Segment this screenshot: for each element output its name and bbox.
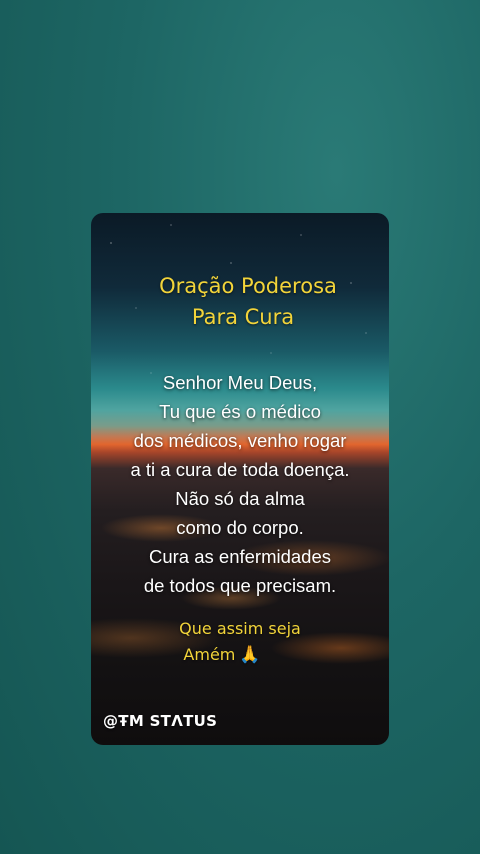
card-title: Oração Poderosa Para Cura [91, 271, 389, 333]
prayer-line: Senhor Meu Deus, [162, 372, 318, 393]
prayer-line: dos médicos, venho rogar [133, 430, 347, 451]
prayer-line: de todos que precisam. [143, 575, 337, 596]
prayer-line: a ti a cura de toda doença. [130, 459, 350, 480]
status-card: Oração Poderosa Para Cura Senhor Meu Deu… [91, 213, 389, 745]
title-line-2: Para Cura [191, 305, 295, 329]
prayer-line: Cura as enfermidades [148, 546, 331, 567]
closing-line-1: Que assim seja [179, 619, 301, 638]
prayer-line: Tu que és o médico [159, 401, 321, 422]
praying-hands-icon: 🙏 [239, 645, 261, 665]
amen-label: Amém [183, 645, 236, 664]
title-line-1: Oração Poderosa [159, 274, 337, 298]
watermark: @ŦM STΛTUS [103, 712, 218, 730]
prayer-line: como do corpo. [176, 517, 304, 538]
closing-line-2: Amém 🙏 [91, 642, 389, 668]
prayer-line: Não só da alma [175, 488, 305, 509]
prayer-text: Senhor Meu Deus, Tu que és o médico dos … [91, 368, 389, 600]
closing-text: Que assim seja Amém 🙏 [91, 616, 389, 668]
